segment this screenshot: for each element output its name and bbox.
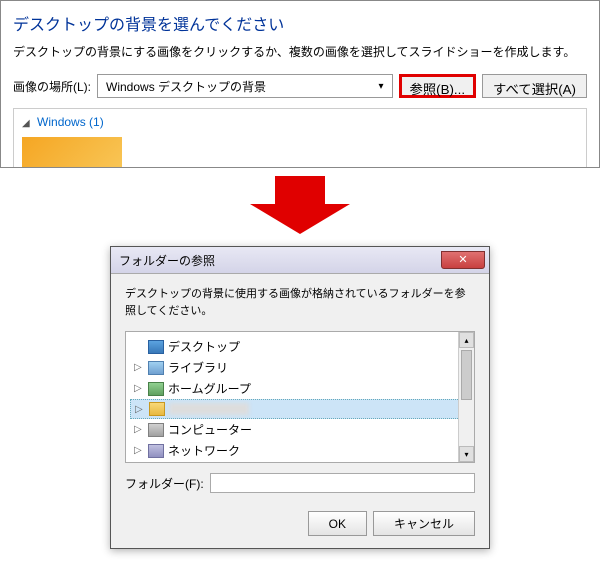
- location-label: 画像の場所(L):: [13, 78, 91, 95]
- group-label: Windows (1): [37, 115, 104, 129]
- page-title: デスクトップの背景を選んでください: [13, 11, 587, 35]
- chevron-down-icon: ▾: [378, 81, 383, 92]
- folder-label: フォルダー(F):: [125, 475, 204, 492]
- flow-arrow: [0, 176, 600, 234]
- dialog-button-row: OK キャンセル: [111, 503, 489, 548]
- wallpaper-gallery: ◢ Windows (1): [13, 108, 587, 167]
- tree-item-label: ホームグループ: [168, 380, 251, 397]
- expand-icon[interactable]: ▷: [135, 404, 145, 415]
- dialog-titlebar: フォルダーの参照 ✕: [111, 247, 489, 274]
- scrollbar[interactable]: ▴ ▾: [458, 332, 474, 462]
- browse-button[interactable]: 参照(B)...: [399, 74, 477, 98]
- expand-icon[interactable]: ▷: [134, 362, 144, 373]
- folder-icon: [149, 402, 165, 416]
- tree-item[interactable]: ▷ ライブラリ: [130, 357, 470, 378]
- tree-item[interactable]: ▷ ホームグループ: [130, 378, 470, 399]
- expand-icon[interactable]: ▷: [134, 445, 144, 456]
- tree-item[interactable]: デスクトップ: [130, 336, 470, 357]
- location-combobox[interactable]: Windows デスクトップの背景 ▾: [97, 74, 392, 98]
- page-description: デスクトップの背景にする画像をクリックするか、複数の画像を選択してスライドショー…: [13, 43, 587, 60]
- net-icon: [148, 444, 164, 458]
- tree-item-label: ネットワーク: [168, 442, 240, 459]
- desktop-icon: [148, 340, 164, 354]
- tree-items: デスクトップ ▷ ライブラリ ▷ ホームグループ ▷ ▷ コンピューター ▷ ネットワーク: [126, 332, 474, 463]
- scroll-thumb[interactable]: [461, 350, 472, 400]
- lib-icon: [148, 361, 164, 375]
- close-button[interactable]: ✕: [441, 251, 485, 269]
- tree-item-label: コンピューター: [168, 421, 252, 438]
- pc-icon: [148, 423, 164, 437]
- tree-item-label: デスクトップ: [168, 338, 240, 355]
- tree-item[interactable]: ▷ コンピューター: [130, 419, 470, 440]
- tree-item-label: [169, 403, 249, 415]
- expand-icon[interactable]: ▷: [134, 383, 144, 394]
- gallery-group-header[interactable]: ◢ Windows (1): [22, 115, 578, 129]
- dialog-title: フォルダーの参照: [119, 252, 215, 269]
- folder-browse-dialog: フォルダーの参照 ✕ デスクトップの背景に使用する画像が格納されているフォルダー…: [110, 246, 490, 549]
- scroll-up-button[interactable]: ▴: [459, 332, 474, 348]
- collapse-icon: ◢: [22, 118, 30, 129]
- scroll-down-button[interactable]: ▾: [459, 446, 474, 462]
- background-settings-panel: デスクトップの背景を選んでください デスクトップの背景にする画像をクリックするか…: [0, 0, 600, 168]
- tree-item-label: ライブラリ: [168, 359, 228, 376]
- dialog-message: デスクトップの背景に使用する画像が格納されているフォルダーを参照してください。: [125, 286, 475, 319]
- tree-item[interactable]: ▷ ネットワーク: [130, 440, 470, 461]
- combo-value: Windows デスクトップの背景: [106, 78, 266, 95]
- folder-path-row: フォルダー(F):: [125, 473, 475, 493]
- location-row: 画像の場所(L): Windows デスクトップの背景 ▾ 参照(B)... す…: [13, 74, 587, 98]
- tree-item[interactable]: ▷: [130, 399, 470, 419]
- select-all-button[interactable]: すべて選択(A): [482, 74, 587, 98]
- folder-path-input[interactable]: [210, 473, 475, 493]
- cancel-button[interactable]: キャンセル: [373, 511, 475, 536]
- expand-icon[interactable]: ▷: [134, 424, 144, 435]
- ok-button[interactable]: OK: [308, 511, 367, 536]
- folder-tree[interactable]: デスクトップ ▷ ライブラリ ▷ ホームグループ ▷ ▷ コンピューター ▷ ネットワーク ▴ ▾: [125, 331, 475, 463]
- home-icon: [148, 382, 164, 396]
- wallpaper-thumbnail[interactable]: [22, 137, 122, 167]
